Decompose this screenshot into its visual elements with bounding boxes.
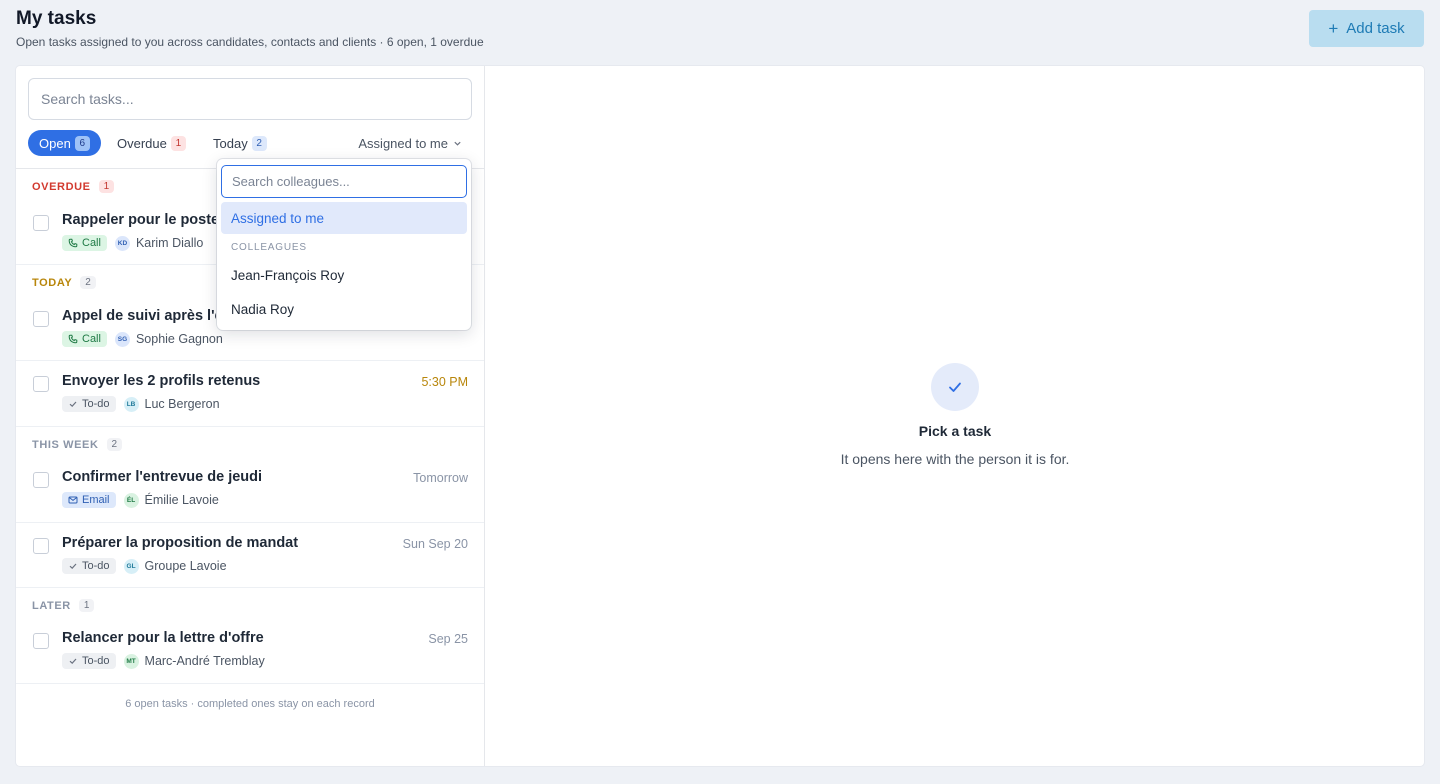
plus-icon: +: [1328, 19, 1339, 38]
assigned-filter-dropdown[interactable]: Assigned to me: [358, 130, 462, 156]
task-meta: Call SG Sophie Gagnon: [62, 331, 223, 347]
search-input[interactable]: [28, 78, 472, 120]
filter-overdue-label: Overdue: [117, 135, 167, 151]
empty-state-subtitle: It opens here with the person it is for.: [840, 451, 1070, 467]
task-meta: To-do LB Luc Bergeron: [62, 396, 220, 412]
section-this-week: THIS WEEK 2: [32, 438, 123, 451]
task-type-tag: To-do: [62, 653, 116, 669]
task-person[interactable]: Groupe Lavoie: [145, 559, 227, 573]
task-checkbox[interactable]: [33, 215, 49, 231]
task-title: Appel de suivi après l'e: [62, 308, 223, 324]
filter-overdue[interactable]: Overdue 1: [117, 130, 186, 156]
task-due: Tomorrow: [413, 471, 468, 485]
check-icon: [931, 363, 979, 411]
check-icon: [69, 563, 77, 570]
filter-open-label: Open: [39, 135, 71, 151]
task-due: Sep 25: [428, 632, 468, 646]
task-due: 5:30 PM: [421, 375, 468, 389]
task-type-label: Call: [82, 333, 101, 345]
assigned-filter-label: Assigned to me: [358, 135, 448, 151]
section-overdue-label: OVERDUE: [32, 180, 91, 193]
task-title: Relancer pour la lettre d'offre: [62, 630, 264, 646]
section-this-week-label: THIS WEEK: [32, 438, 99, 451]
avatar: LB: [123, 396, 139, 412]
filter-bar: Open 6 Overdue 1 Today 2 Assigned to me: [28, 130, 472, 156]
list-footer: 6 open tasks · completed ones stay on ea…: [125, 698, 375, 710]
filter-open[interactable]: Open 6: [28, 130, 101, 156]
filter-open-count: 6: [74, 135, 90, 151]
task-title: Préparer la proposition de mandat: [62, 535, 299, 551]
task-type-tag: To-do: [62, 396, 116, 412]
filter-overdue-count: 1: [170, 135, 186, 151]
empty-state-title: Pick a task: [918, 423, 992, 439]
check-icon: [69, 658, 77, 665]
task-meta: To-do GL Groupe Lavoie: [62, 558, 227, 574]
task-person[interactable]: Luc Bergeron: [145, 397, 220, 411]
phone-icon: [68, 334, 78, 344]
task-meta: Email ÉL Émilie Lavoie: [62, 492, 219, 508]
task-type-tag: Call: [62, 235, 107, 251]
filter-today-count: 2: [251, 135, 267, 151]
task-type-label: To-do: [82, 398, 110, 410]
dropdown-item-colleague[interactable]: Nadia Roy: [221, 293, 467, 325]
task-checkbox[interactable]: [33, 633, 49, 649]
task-type-label: To-do: [82, 560, 110, 572]
dropdown-item-assigned-to-me[interactable]: Assigned to me: [221, 202, 467, 234]
task-title: Confirmer l'entrevue de jeudi: [62, 469, 263, 485]
section-overdue-count: 1: [98, 180, 115, 193]
filter-today[interactable]: Today 2: [213, 130, 267, 156]
task-type-tag: To-do: [62, 558, 116, 574]
colleague-search-input[interactable]: [221, 165, 467, 198]
task-detail-pane: Pick a task It opens here with the perso…: [486, 66, 1424, 766]
task-meta: To-do MT Marc-André Tremblay: [62, 653, 265, 669]
task-type-label: Call: [82, 237, 101, 249]
section-this-week-count: 2: [106, 438, 123, 451]
colleagues-section-label: COLLEAGUES: [231, 242, 307, 253]
section-today-label: TODAY: [32, 276, 73, 289]
task-row[interactable]: Préparer la proposition de mandat Sun Se…: [16, 523, 484, 588]
section-later-label: LATER: [32, 599, 71, 612]
task-row[interactable]: Confirmer l'entrevue de jeudi Tomorrow E…: [16, 457, 484, 523]
task-person[interactable]: Émilie Lavoie: [145, 493, 219, 507]
dropdown-item-colleague[interactable]: Jean-François Roy: [221, 259, 467, 291]
task-type-tag: Call: [62, 331, 107, 347]
task-checkbox[interactable]: [33, 538, 49, 554]
task-type-label: To-do: [82, 655, 110, 667]
avatar: SG: [114, 331, 130, 347]
section-later-count: 1: [78, 599, 95, 612]
task-checkbox[interactable]: [33, 472, 49, 488]
phone-icon: [68, 238, 78, 248]
page-title: My tasks: [16, 8, 97, 29]
task-type-tag: Email: [62, 492, 116, 508]
section-overdue: OVERDUE 1: [32, 180, 115, 193]
assignee-dropdown-menu: Assigned to me COLLEAGUES Jean-François …: [217, 159, 471, 330]
page-subtitle: Open tasks assigned to you across candid…: [16, 35, 484, 49]
task-row[interactable]: Relancer pour la lettre d'offre Sep 25 T…: [16, 618, 484, 684]
task-person[interactable]: Sophie Gagnon: [136, 332, 223, 346]
task-person[interactable]: Karim Diallo: [136, 236, 203, 250]
task-title: Rappeler pour le poste: [62, 212, 220, 228]
section-today: TODAY 2: [32, 276, 96, 289]
task-meta: Call KD Karim Diallo: [62, 235, 203, 251]
avatar: KD: [114, 235, 130, 251]
avatar: GL: [123, 558, 139, 574]
add-task-button[interactable]: + Add task: [1309, 10, 1424, 47]
task-person[interactable]: Marc-André Tremblay: [145, 654, 265, 668]
filter-today-label: Today: [213, 135, 248, 151]
check-icon: [69, 401, 77, 408]
section-later: LATER 1: [32, 599, 95, 612]
add-task-label: Add task: [1346, 20, 1405, 37]
task-checkbox[interactable]: [33, 311, 49, 327]
avatar: MT: [123, 653, 139, 669]
task-row[interactable]: Envoyer les 2 profils retenus 5:30 PM To…: [16, 361, 484, 427]
task-title: Envoyer les 2 profils retenus: [62, 373, 261, 389]
task-type-label: Email: [82, 494, 110, 506]
chevron-down-icon: [454, 141, 461, 146]
task-due: Sun Sep 20: [402, 537, 468, 551]
mail-icon: [68, 496, 78, 504]
task-checkbox[interactable]: [33, 376, 49, 392]
section-today-count: 2: [80, 276, 96, 289]
avatar: ÉL: [123, 492, 139, 508]
